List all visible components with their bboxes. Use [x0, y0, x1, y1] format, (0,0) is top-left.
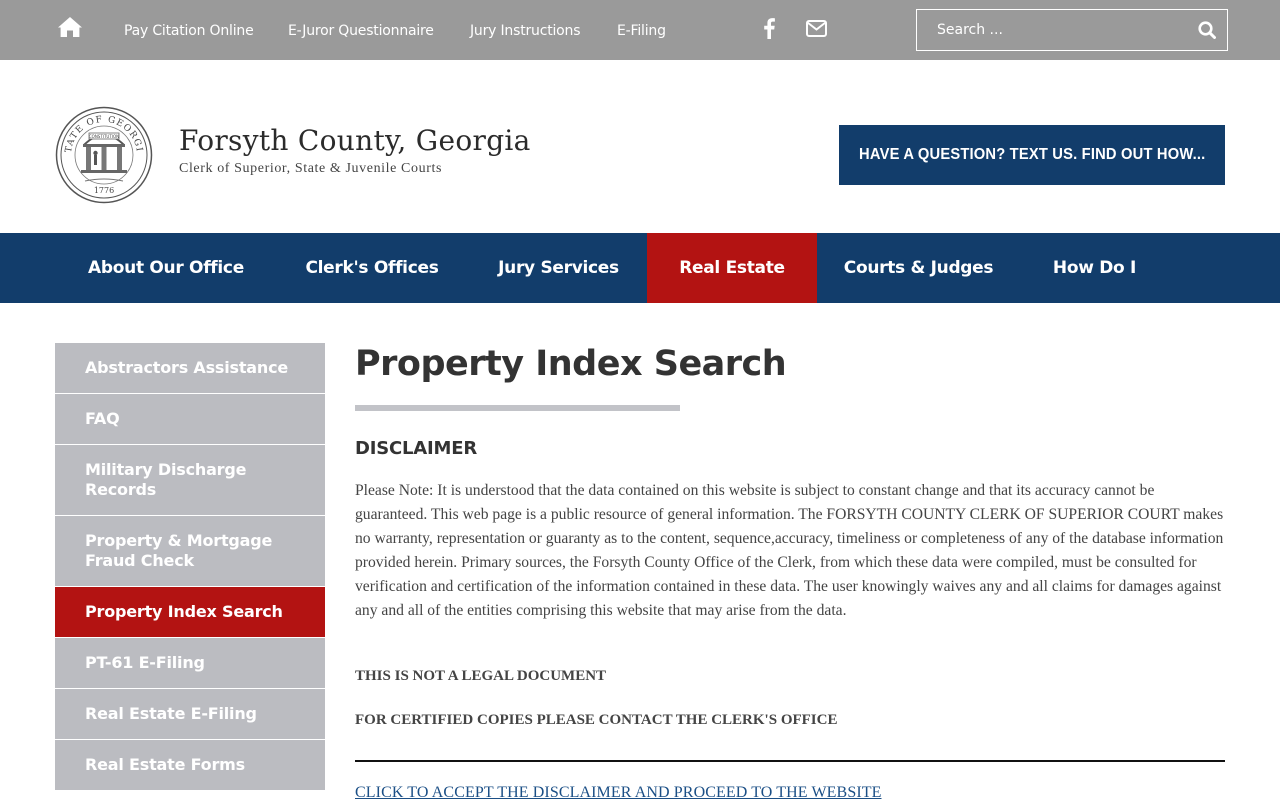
mail-icon[interactable] [806, 20, 827, 37]
nav-how-do-i[interactable]: How Do I [1022, 233, 1167, 303]
pay-citation-link[interactable]: Pay Citation Online [124, 23, 254, 39]
sidebar-item-property-index-search[interactable]: Property Index Search [55, 587, 325, 638]
sidebar: Abstractors Assistance FAQ Military Disc… [55, 343, 325, 791]
sidebar-item-pt-61-e-filing[interactable]: PT-61 E-Filing [55, 638, 325, 689]
title-underline [355, 405, 680, 411]
sidebar-item-military-discharge-records[interactable]: Military Discharge Records [55, 445, 325, 516]
e-juror-questionnaire-link[interactable]: E-Juror Questionnaire [288, 23, 434, 39]
sidebar-item-faq[interactable]: FAQ [55, 394, 325, 445]
nav-courts-judges[interactable]: Courts & Judges [817, 233, 1020, 303]
sidebar-item-abstractors-assistance[interactable]: Abstractors Assistance [55, 343, 325, 394]
sidebar-item-real-estate-forms[interactable]: Real Estate Forms [55, 740, 325, 791]
nav-clerks-offices[interactable]: Clerk's Offices [276, 233, 468, 303]
search-box [916, 9, 1228, 51]
search-input[interactable] [917, 10, 1187, 50]
site-subtitle: Clerk of Superior, State & Juvenile Cour… [179, 161, 442, 176]
divider [355, 760, 1225, 762]
site-title[interactable]: Forsyth County, Georgia [179, 124, 531, 157]
page-title: Property Index Search [355, 344, 787, 384]
home-icon[interactable] [57, 16, 83, 38]
nav-about-our-office[interactable]: About Our Office [60, 233, 272, 303]
accept-disclaimer-link[interactable]: CLICK TO ACCEPT THE DISCLAIMER AND PROCE… [355, 784, 882, 800]
top-bar: Pay Citation Online E-Juror Questionnair… [0, 0, 1280, 60]
nav-real-estate[interactable]: Real Estate [647, 233, 817, 303]
sidebar-item-property-mortgage-fraud-check[interactable]: Property & Mortgage Fraud Check [55, 516, 325, 587]
sidebar-item-real-estate-e-filing[interactable]: Real Estate E-Filing [55, 689, 325, 740]
jury-instructions-link[interactable]: Jury Instructions [470, 23, 581, 39]
state-seal-icon: STATE OF GEORGIA CONSTITUTION 1776 [55, 106, 153, 204]
cta-label: HAVE A QUESTION? TEXT US. FIND OUT HOW..… [858, 146, 1206, 163]
text-us-cta-button[interactable]: HAVE A QUESTION? TEXT US. FIND OUT HOW..… [839, 125, 1225, 185]
main-nav: About Our Office Clerk's Offices Jury Se… [0, 233, 1280, 303]
seal-band-text: CONSTITUTION [89, 134, 119, 139]
seal-year: 1776 [94, 186, 114, 195]
nav-jury-services[interactable]: Jury Services [470, 233, 647, 303]
search-icon[interactable] [1198, 21, 1216, 39]
disclaimer-text: Please Note: It is understood that the d… [355, 482, 1224, 619]
disclaimer-heading: DISCLAIMER [355, 438, 477, 459]
certified-copies-note: FOR CERTIFIED COPIES PLEASE CONTACT THE … [355, 712, 838, 728]
e-filing-link[interactable]: E-Filing [617, 23, 666, 39]
facebook-icon[interactable] [762, 17, 776, 39]
legal-note: THIS IS NOT A LEGAL DOCUMENT [355, 668, 607, 684]
